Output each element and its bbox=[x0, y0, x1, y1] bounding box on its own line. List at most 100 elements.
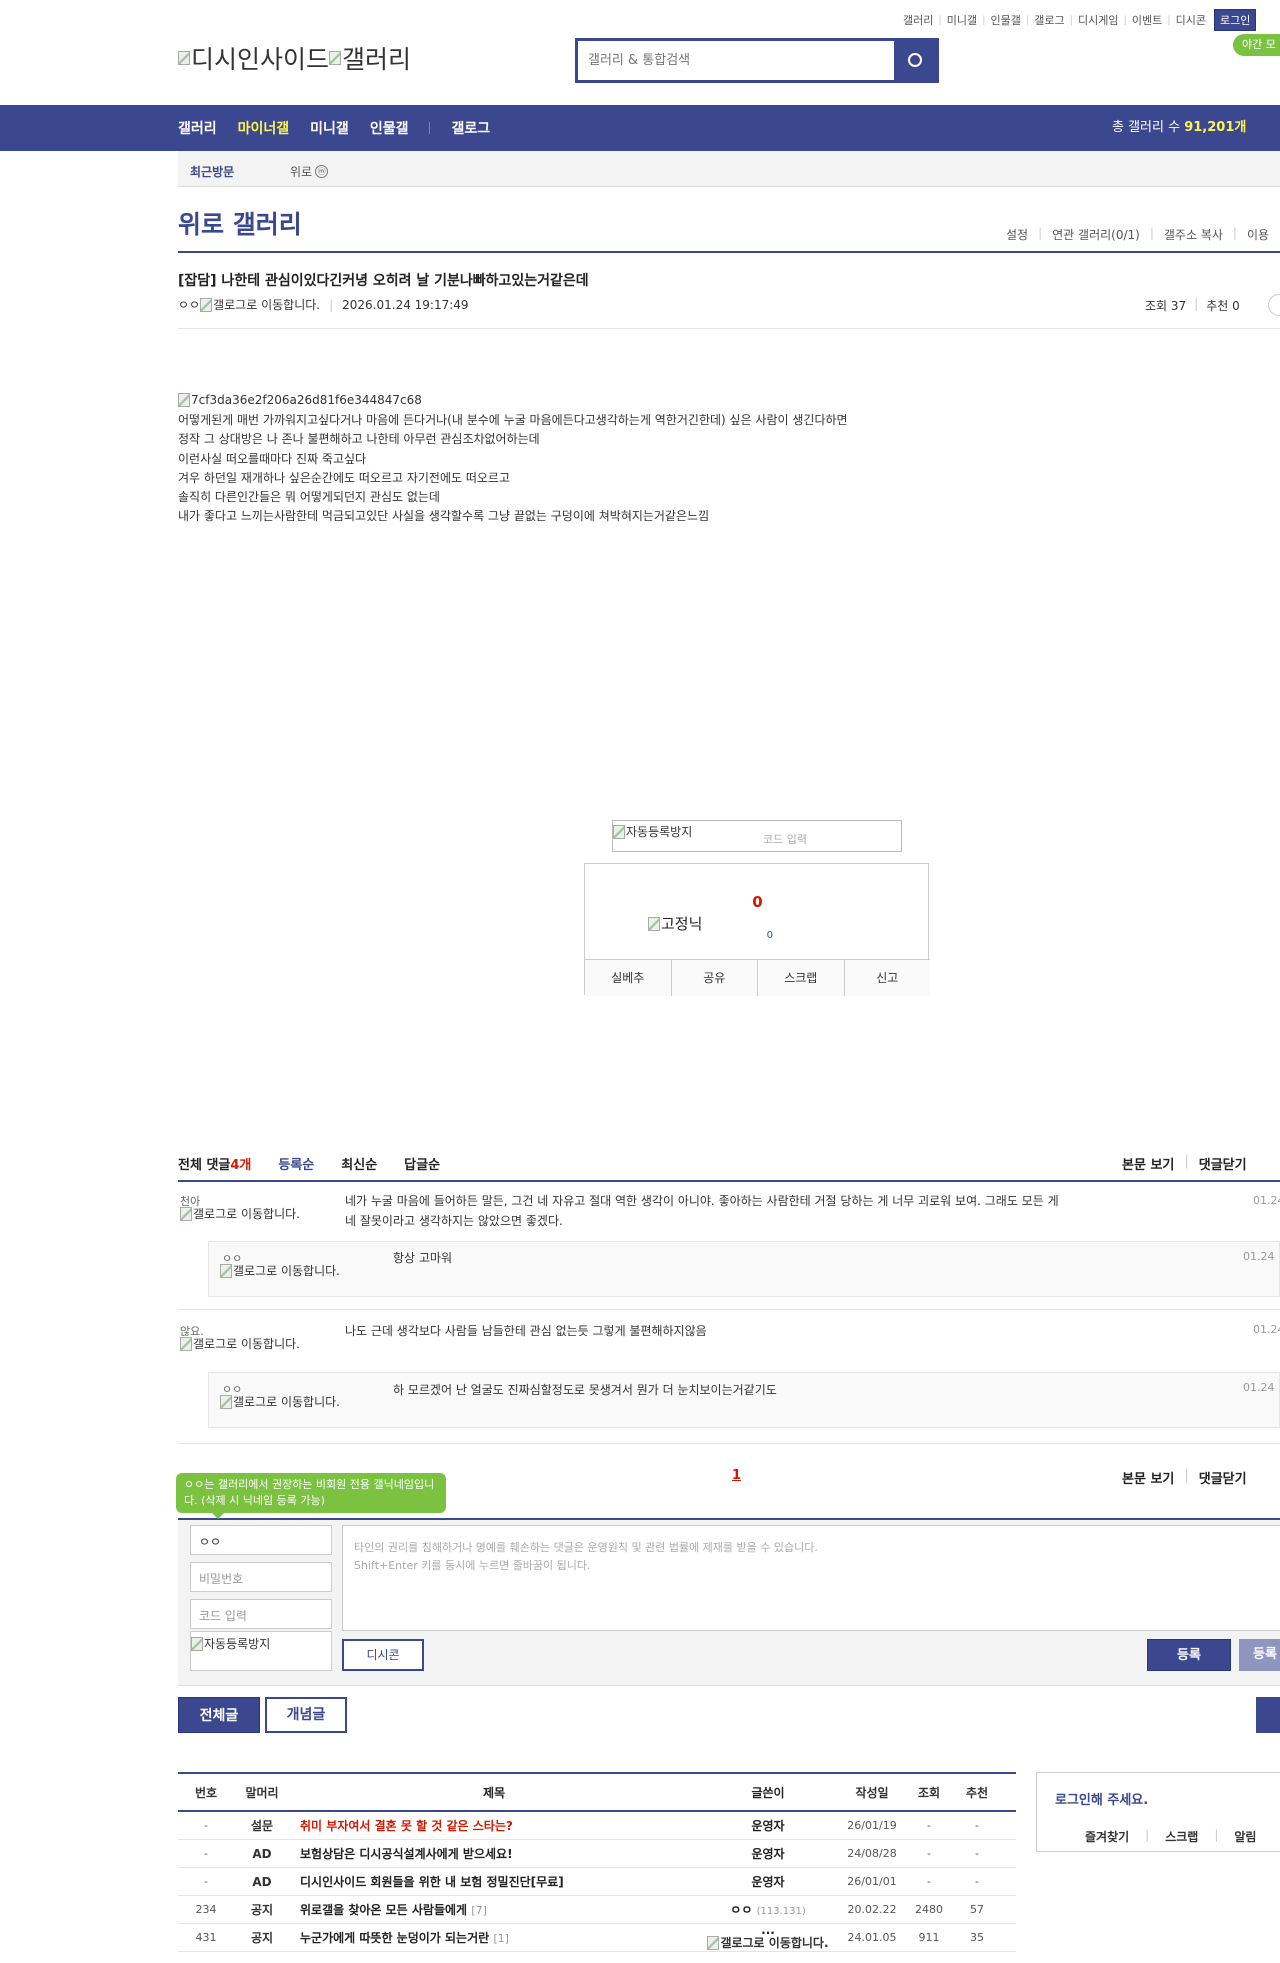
settings-link[interactable]: 설정 bbox=[1006, 226, 1028, 243]
report-button[interactable]: 신고 bbox=[844, 960, 930, 996]
view-body-link[interactable]: 본문 보기 bbox=[1122, 1468, 1174, 1487]
comment-gallog-link[interactable]: 갤로그로 이동합니다. bbox=[180, 1207, 310, 1221]
row-title[interactable]: 보험상담은 디시공식설계사에게 받으세요! bbox=[290, 1845, 698, 1862]
util-link-event[interactable]: 이벤트 bbox=[1132, 12, 1162, 28]
site-logo[interactable]: 디시인사이드 갤러리 bbox=[178, 40, 411, 76]
row-views: - bbox=[906, 1819, 952, 1832]
list-rows: - 설문 취미 부자여서 결혼 못 할 것 같은 스타는? 운영자 26/01/19- -… bbox=[178, 1812, 1016, 1952]
row-writer[interactable]: 운영자 bbox=[698, 1817, 838, 1834]
tooltip-tail bbox=[212, 1513, 224, 1519]
reply-box bbox=[208, 1241, 1280, 1297]
broken-image-icon bbox=[178, 51, 190, 65]
comment-text: 하 모르겠어 난 얼굴도 진짜심할정도로 못생겨서 뭔가 더 눈치보이는거같기도 bbox=[393, 1383, 777, 1397]
comment-total-count: 4개 bbox=[230, 1158, 252, 1173]
nickname-field[interactable]: ㅇㅇ bbox=[190, 1525, 332, 1555]
search-bar bbox=[575, 38, 939, 83]
comment-page-1[interactable]: 1 bbox=[732, 1468, 741, 1483]
password-field[interactable]: 비밀번호 bbox=[190, 1562, 332, 1592]
view-body-link[interactable]: 본문 보기 bbox=[1122, 1154, 1174, 1173]
row-date: 24/08/28 bbox=[838, 1847, 906, 1860]
captcha-image: 자동등록방지 bbox=[613, 823, 692, 840]
list-row[interactable]: - AD 디시인사이드 회원들을 위한 내 보험 정밀진단[무료] 운영자 26/01/… bbox=[178, 1868, 1016, 1896]
util-link-dccon[interactable]: 디시콘 bbox=[1176, 12, 1206, 28]
comment-gallog-link[interactable]: 갤로그로 이동합니다. bbox=[220, 1395, 350, 1409]
favorites-link[interactable]: 즐겨찾기 bbox=[1085, 1828, 1129, 1845]
row-date-text: 24.01.05 bbox=[847, 1931, 897, 1944]
util-link-mini[interactable]: 미니갤 bbox=[947, 12, 977, 28]
more-options-button[interactable] bbox=[1268, 294, 1280, 316]
comment-gallog-link[interactable]: 갤로그로 이동합니다. bbox=[180, 1337, 310, 1351]
recommend-actions: 실베추 공유 스크랩 신고 bbox=[585, 959, 930, 996]
row-title[interactable]: 디시인사이드 회원들을 위한 내 보험 정밀진단[무료] bbox=[290, 1873, 698, 1890]
row-head: 설문 bbox=[234, 1817, 290, 1834]
row-writer[interactable]: 운영자 bbox=[698, 1845, 838, 1862]
reply-count[interactable]: [7] bbox=[471, 1904, 487, 1917]
list-row[interactable]: 234 공지 위로갤을 찾아온 모든 사람들에게 [7] ㅇㅇ (113.131) 20… bbox=[178, 1896, 1016, 1924]
util-link-game[interactable]: 디시게임 bbox=[1078, 12, 1118, 28]
tab-concept-posts[interactable]: 개념글 bbox=[265, 1697, 347, 1733]
recent-item-wiro[interactable]: 위로 ⓜ bbox=[290, 163, 329, 180]
nav-gallog[interactable]: 갤로그 bbox=[451, 118, 490, 138]
search-input[interactable] bbox=[578, 41, 894, 80]
list-row[interactable]: 431 공지 누군가에게 따뜻한 눈덩이가 되는거란 [1]... 갤로그로 이동합니… bbox=[178, 1924, 1016, 1952]
list-row[interactable]: - AD 보험상담은 디시공식설계사에게 받으세요! 운영자 24/08/28 - - bbox=[178, 1840, 1016, 1868]
write-post-button[interactable] bbox=[1256, 1697, 1280, 1733]
nav-mini[interactable]: 미니갤 bbox=[310, 118, 349, 138]
row-title[interactable]: 위로갤을 찾아온 모든 사람들에게 [7] bbox=[290, 1901, 698, 1918]
row-title[interactable]: 취미 부자여서 결혼 못 할 것 같은 스타는? bbox=[290, 1817, 698, 1834]
reply-count[interactable]: [1] bbox=[493, 1932, 509, 1945]
post-body-line: 정작 그 상대방은 나 존나 불편해하고 나한테 아무런 관심조차없어하는데 bbox=[178, 432, 540, 447]
post-writer[interactable]: ㅇㅇ bbox=[178, 296, 200, 313]
post-body: 어떻게된게 매번 가까워지고싶다거나 마음에 든다거나(내 분수에 누굴 마음에… bbox=[178, 411, 848, 527]
nav-gallery[interactable]: 갤러리 bbox=[178, 118, 217, 138]
close-comments-link[interactable]: 댓글닫기 bbox=[1199, 1154, 1247, 1173]
scrap-button[interactable]: 스크랩 bbox=[758, 960, 845, 996]
nav-minor[interactable]: 마이너갤 bbox=[238, 118, 290, 138]
row-views-text: 911 bbox=[918, 1931, 940, 1944]
comment-gallog-alt: 갤로그로 이동합니다. bbox=[233, 1264, 340, 1278]
util-link-gallery[interactable]: 갤러리 bbox=[903, 12, 933, 28]
search-button[interactable] bbox=[894, 41, 936, 80]
alerts-link[interactable]: 알림 bbox=[1234, 1828, 1256, 1845]
comment-gallog-link[interactable]: 갤로그로 이동합니다. bbox=[220, 1264, 350, 1278]
sort-registered[interactable]: 등록순 bbox=[278, 1154, 314, 1173]
scrap-link[interactable]: 스크랩 bbox=[1165, 1828, 1198, 1845]
gallery-title[interactable]: 위로 갤러리 bbox=[178, 205, 302, 241]
close-comments-link[interactable]: 댓글닫기 bbox=[1199, 1468, 1247, 1487]
util-link-person[interactable]: 인물갤 bbox=[991, 12, 1021, 28]
row-date-text: 26/01/01 bbox=[847, 1875, 897, 1888]
broken-image-icon bbox=[648, 916, 660, 931]
row-gallog-link[interactable]: 갤로그로 이동합니다. bbox=[707, 1936, 829, 1950]
nav-person[interactable]: 인물갤 bbox=[370, 118, 409, 138]
login-prompt[interactable]: 로그인해 주세요. bbox=[1055, 1789, 1148, 1808]
row-writer[interactable]: 운영자 bbox=[698, 1873, 838, 1890]
row-head: 공지 bbox=[234, 1901, 290, 1918]
code-field[interactable]: 코드 입력 bbox=[190, 1599, 332, 1629]
comment-header-right: 본문 보기 | 댓글닫기 bbox=[1122, 1154, 1247, 1173]
row-writer[interactable]: ㅇㅇ (113.131) bbox=[698, 1901, 838, 1918]
tab-all-posts[interactable]: 전체글 bbox=[178, 1697, 260, 1733]
sort-latest[interactable]: 최신순 bbox=[341, 1154, 377, 1173]
post-date: 2026.01.24 19:17:49 bbox=[342, 297, 469, 312]
night-mode-toggle[interactable]: 야간 모 bbox=[1233, 34, 1280, 56]
usage-link[interactable]: 이용 bbox=[1247, 226, 1269, 243]
row-title[interactable]: 누군가에게 따뜻한 눈덩이가 되는거란 [1] bbox=[290, 1929, 698, 1946]
row-head-text: 공지 bbox=[250, 1931, 274, 1945]
register-button[interactable]: 등록 bbox=[1147, 1639, 1231, 1671]
util-link-gallog[interactable]: 갤로그 bbox=[1034, 12, 1064, 28]
list-row[interactable]: - 설문 취미 부자여서 결혼 못 할 것 같은 스타는? 운영자 26/01/19 - - bbox=[178, 1812, 1016, 1840]
copy-address-link[interactable]: 갤주소 복사 bbox=[1164, 226, 1223, 243]
register-recommend-button[interactable]: 등록 bbox=[1239, 1639, 1280, 1671]
login-button[interactable]: 로그인 bbox=[1213, 9, 1257, 31]
row-writer[interactable]: ... 갤로그로 이동합니다. bbox=[698, 1924, 838, 1950]
dccon-button[interactable]: 디시콘 bbox=[342, 1639, 424, 1671]
comment-textarea[interactable]: 타인의 권리를 침해하거나 명예를 훼손하는 댓글은 운영원칙 및 관련 법률에… bbox=[342, 1525, 1280, 1631]
silbe-button[interactable]: 실베추 bbox=[585, 960, 672, 996]
captcha-code-input[interactable]: 코드 입력 bbox=[763, 831, 807, 847]
header-divider bbox=[178, 328, 1280, 329]
post-image-alt: 7cf3da36e2f206a26d81f6e344847c68 bbox=[191, 393, 422, 407]
sort-replies[interactable]: 답글순 bbox=[404, 1154, 440, 1173]
related-gallery-link[interactable]: 연관 갤러리(0/1) bbox=[1052, 226, 1140, 243]
gallog-link[interactable]: 갤로그로 이동합니다. bbox=[200, 296, 320, 313]
share-button[interactable]: 공유 bbox=[671, 960, 758, 996]
